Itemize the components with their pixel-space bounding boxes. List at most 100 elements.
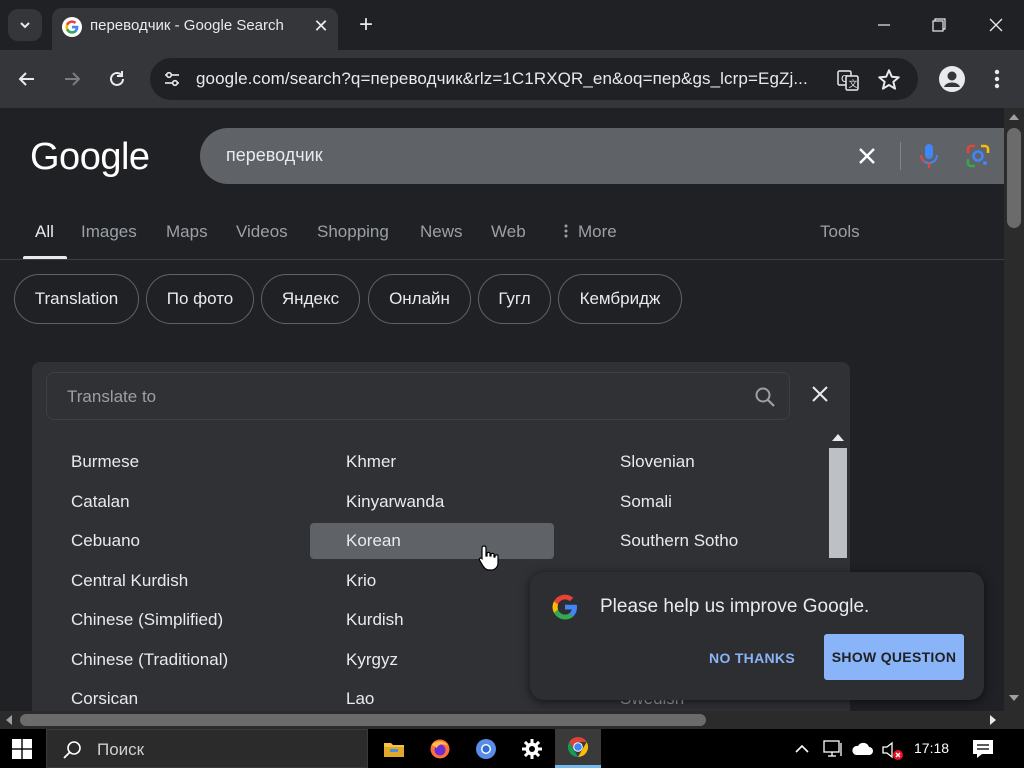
restore-button[interactable]	[920, 12, 956, 38]
scroll-up-arrow-icon[interactable]	[832, 434, 844, 441]
firefox-button[interactable]	[417, 729, 463, 768]
browser-tab[interactable]: переводчик - Google Search ✕	[52, 8, 338, 50]
language-option[interactable]: Slovenian	[608, 444, 832, 480]
vertical-dots-icon	[564, 224, 568, 238]
file-explorer-button[interactable]	[371, 729, 417, 768]
window-close-button[interactable]	[976, 12, 1016, 38]
language-list-scrollbar[interactable]	[828, 428, 848, 568]
horizontal-scroll-thumb[interactable]	[20, 714, 706, 726]
tab-news[interactable]: News	[420, 222, 463, 242]
chip-online[interactable]: Онлайн	[368, 274, 471, 324]
language-option[interactable]: Corsican	[59, 681, 303, 711]
active-tab-indicator	[23, 256, 67, 259]
settings-button[interactable]	[509, 729, 555, 768]
chip-po-foto[interactable]: По фото	[146, 274, 254, 324]
no-thanks-button[interactable]: NO THANKS	[702, 636, 802, 680]
chrome-button[interactable]	[555, 729, 601, 768]
arrow-right-icon	[65, 72, 81, 86]
chip-cambridge[interactable]: Кембридж	[558, 274, 682, 324]
scroll-down-arrow-icon[interactable]	[1009, 695, 1019, 701]
tab-search-button[interactable]	[8, 9, 42, 41]
system-clock[interactable]: 17:18	[914, 740, 949, 756]
language-option[interactable]: Chinese (Simplified)	[59, 602, 303, 638]
google-g-icon	[552, 594, 577, 620]
scroll-right-arrow-icon[interactable]	[990, 715, 996, 725]
tab-web[interactable]: Web	[491, 222, 526, 242]
tab-images[interactable]: Images	[81, 222, 137, 242]
tools-button[interactable]: Tools	[820, 222, 860, 242]
google-lens-icon[interactable]	[964, 142, 992, 170]
chromium-icon	[476, 738, 496, 759]
bookmark-star-icon[interactable]	[876, 67, 902, 93]
reload-button[interactable]	[102, 64, 132, 94]
firefox-icon	[430, 739, 450, 758]
language-option[interactable]: Burmese	[59, 444, 303, 480]
scrollbar-corner	[1004, 711, 1024, 729]
language-option-hovered[interactable]: Korean	[310, 523, 554, 559]
tab-more[interactable]: More	[562, 222, 617, 242]
back-button[interactable]	[12, 64, 42, 94]
tab-close-icon[interactable]: ✕	[310, 16, 332, 38]
tab-maps[interactable]: Maps	[166, 222, 208, 242]
windows-logo-icon	[12, 738, 32, 759]
close-icon[interactable]	[808, 382, 832, 406]
chevron-down-icon	[20, 22, 30, 29]
scroll-up-arrow-icon[interactable]	[1009, 114, 1019, 120]
taskbar-search-box[interactable]: Поиск	[46, 729, 368, 768]
language-option[interactable]: Southern Sotho	[608, 523, 832, 559]
language-option[interactable]: Khmer	[334, 444, 578, 480]
search-input[interactable]: переводчик	[226, 145, 323, 166]
language-option[interactable]: Central Kurdish	[59, 563, 303, 599]
language-option[interactable]: Cebuano	[59, 523, 303, 559]
search-divider	[900, 142, 901, 170]
onedrive-cloud-icon[interactable]	[850, 739, 874, 759]
chip-translation[interactable]: Translation	[14, 274, 139, 324]
url-text: google.com/search?q=переводчик&rlz=1C1RX…	[196, 69, 808, 88]
google-logo[interactable]: Google	[30, 136, 150, 179]
page-horizontal-scrollbar[interactable]	[0, 711, 1004, 729]
clear-search-icon[interactable]	[854, 143, 880, 169]
scroll-left-arrow-icon[interactable]	[6, 715, 12, 725]
show-question-button[interactable]: SHOW QUESTION	[824, 634, 964, 680]
search-icon[interactable]	[753, 385, 777, 409]
vertical-scroll-thumb[interactable]	[1007, 128, 1021, 228]
chip-yandex[interactable]: Яндекс	[261, 274, 360, 324]
hand-cursor-icon	[478, 545, 499, 571]
translate-to-placeholder: Translate to	[67, 387, 157, 406]
site-info-icon[interactable]	[162, 69, 182, 89]
chromium-button[interactable]	[463, 729, 509, 768]
gear-icon	[522, 738, 542, 759]
translate-page-icon[interactable]: G 文	[836, 68, 860, 92]
language-option[interactable]: Catalan	[59, 484, 303, 520]
start-button[interactable]	[0, 729, 44, 768]
search-box[interactable]: переводчик	[200, 128, 1004, 184]
browser-toolbar: google.com/search?q=переводчик&rlz=1C1RX…	[0, 50, 1024, 108]
chevron-up-icon[interactable]	[792, 739, 812, 759]
page-vertical-scrollbar[interactable]	[1004, 108, 1024, 711]
translate-to-input[interactable]: Translate to	[46, 372, 790, 420]
volume-muted-icon[interactable]	[880, 739, 904, 761]
minimize-button[interactable]	[866, 12, 902, 38]
svg-text:文: 文	[849, 78, 858, 90]
notification-center-icon[interactable]	[970, 737, 996, 761]
forward-button[interactable]	[57, 64, 87, 94]
language-option[interactable]: Chinese (Traditional)	[59, 642, 303, 678]
language-option[interactable]: Kinyarwanda	[334, 484, 578, 520]
address-bar[interactable]: google.com/search?q=переводчик&rlz=1C1RX…	[150, 58, 918, 100]
kebab-menu-icon[interactable]	[986, 65, 1008, 93]
tab-shopping[interactable]: Shopping	[317, 222, 389, 242]
search-icon	[63, 741, 81, 759]
new-tab-button[interactable]: +	[352, 12, 380, 40]
chip-gugl[interactable]: Гугл	[478, 274, 551, 324]
arrow-left-icon	[18, 72, 34, 86]
profile-avatar-icon[interactable]	[938, 65, 966, 93]
scroll-thumb[interactable]	[829, 448, 847, 558]
tab-videos[interactable]: Videos	[236, 222, 288, 242]
network-icon[interactable]	[822, 739, 844, 759]
folder-icon	[384, 742, 404, 757]
tab-all[interactable]: All	[35, 222, 54, 242]
tab-title: переводчик - Google Search	[90, 17, 284, 34]
google-favicon-icon	[62, 17, 82, 37]
microphone-icon[interactable]	[916, 141, 942, 171]
language-option[interactable]: Somali	[608, 484, 832, 520]
